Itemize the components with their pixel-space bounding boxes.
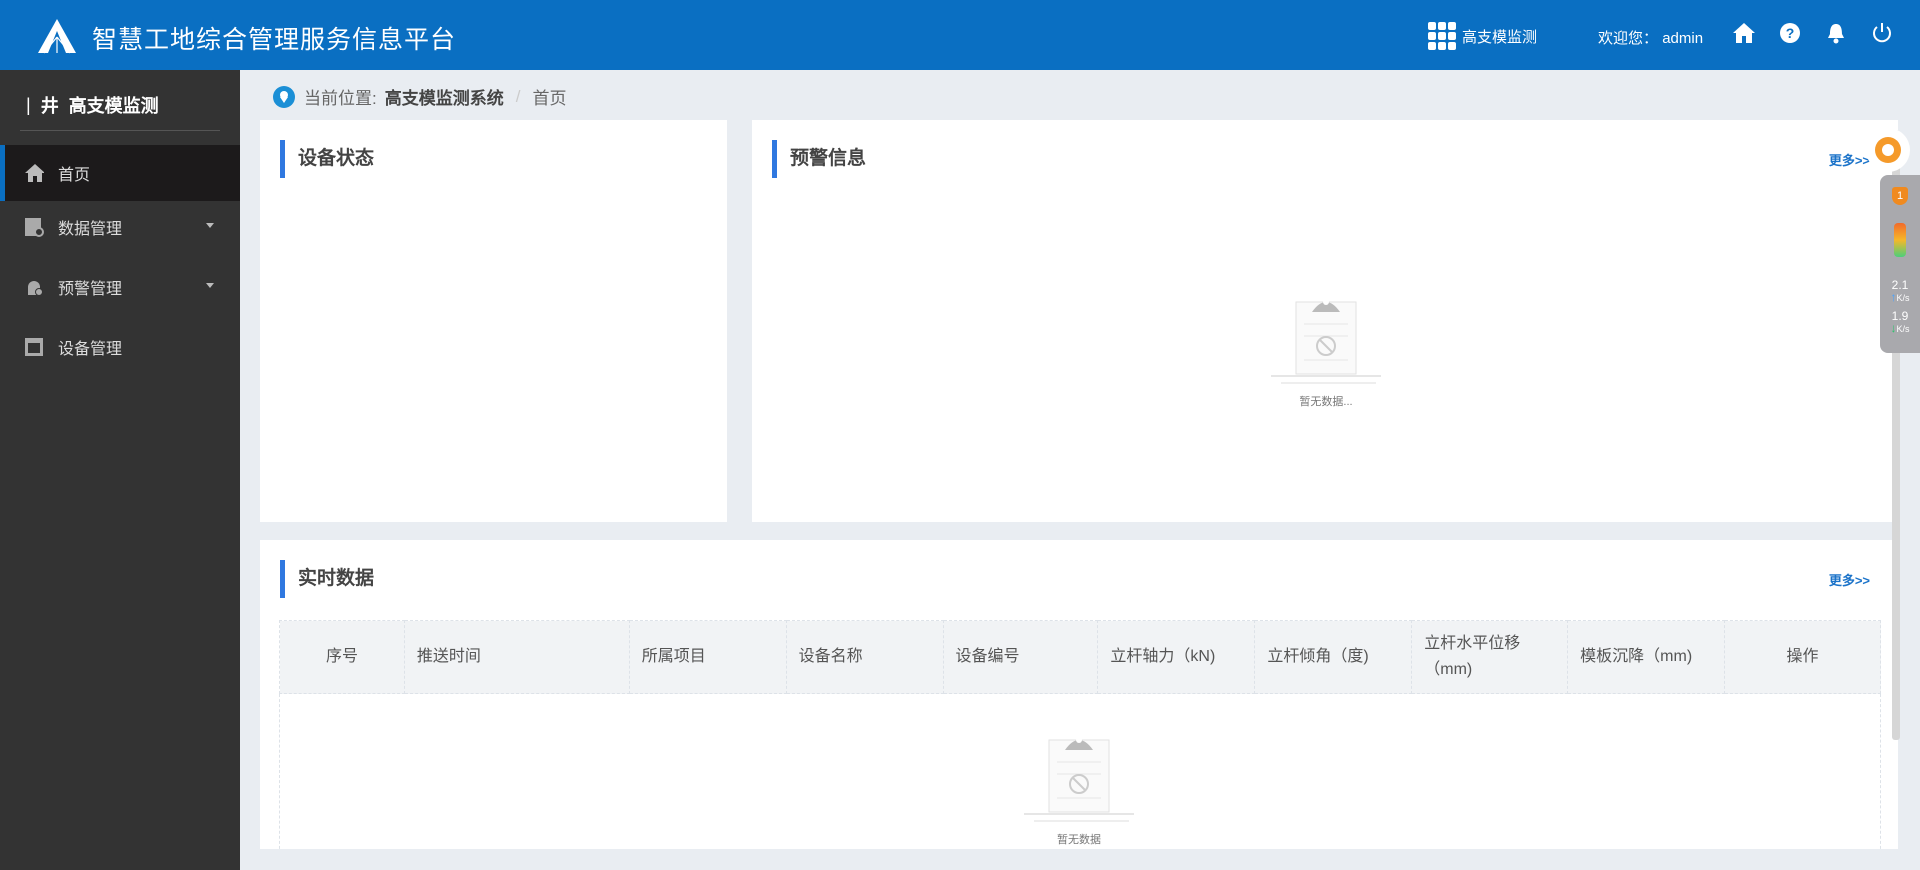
sidebar: | 井高支模监测 首页 数据管理 预警管理 设备管理	[0, 70, 240, 870]
device-status-panel: 设备状态	[260, 120, 727, 522]
top-header: 智慧工地综合管理服务信息平台 高支模监测 欢迎您： admin ?	[0, 0, 1920, 70]
help-icon[interactable]: ?	[1778, 20, 1802, 46]
system-switcher[interactable]: 高支模监测	[1428, 22, 1537, 50]
empty-clipboard-icon	[1024, 737, 1134, 822]
sidebar-item-home[interactable]: 首页	[0, 145, 240, 201]
alarm-icon	[24, 277, 44, 297]
location-pin-icon	[273, 85, 295, 108]
empty-state: 暂无数据...	[1266, 290, 1386, 409]
divider	[20, 130, 220, 131]
usage-meter	[1894, 223, 1906, 257]
shield-badge-icon: 1	[1892, 187, 1908, 205]
username: admin	[1662, 30, 1704, 47]
panel-title: 实时数据	[280, 560, 374, 598]
alerts-panel: 预警信息 更多>> 暂无数据...	[752, 120, 1898, 522]
sidebar-item-device[interactable]: 设备管理	[0, 319, 240, 375]
home-icon	[24, 163, 44, 183]
panel-title: 预警信息	[772, 140, 866, 178]
sidebar-item-alarm[interactable]: 预警管理	[0, 259, 240, 315]
alerts-more-link[interactable]: 更多>>	[1829, 150, 1870, 169]
realtime-panel: 实时数据 更多>> 序号 推送时间 所属项目 设备名称 设备编号 立杆轴力（kN…	[260, 540, 1898, 849]
app-title: 智慧工地综合管理服务信息平台	[92, 26, 457, 54]
assistant-flower-icon[interactable]	[1866, 128, 1910, 172]
apps-grid-icon	[1428, 22, 1456, 50]
network-speed-widget[interactable]: 1 2.1 ↑K/s 1.9 ↓K/s	[1880, 175, 1920, 353]
realtime-more-link[interactable]: 更多>>	[1829, 570, 1870, 589]
device-icon	[24, 337, 44, 357]
empty-state: 暂无数据	[1019, 728, 1139, 847]
chevron-down-icon	[206, 283, 214, 292]
svg-text:?: ?	[1786, 25, 1795, 41]
power-icon[interactable]	[1870, 20, 1894, 46]
system-name: 高支模监测	[1462, 28, 1538, 46]
home-icon[interactable]	[1732, 20, 1756, 46]
logo-icon	[38, 19, 76, 54]
bell-icon[interactable]	[1824, 20, 1848, 46]
grid-hash-icon: 井	[40, 96, 59, 116]
panel-title: 设备状态	[280, 140, 374, 178]
data-icon	[24, 217, 44, 237]
breadcrumb-system[interactable]: 高支模监测系统	[385, 84, 504, 109]
welcome-text: 欢迎您： admin	[1598, 30, 1704, 47]
empty-clipboard-icon	[1271, 299, 1381, 384]
breadcrumb: 当前位置: 高支模监测系统 / 首页	[272, 84, 566, 109]
chevron-down-icon	[206, 223, 214, 232]
sidebar-item-data[interactable]: 数据管理	[0, 199, 240, 255]
table-header-row: 序号 推送时间 所属项目 设备名称 设备编号 立杆轴力（kN) 立杆倾角（度) …	[279, 620, 1881, 694]
breadcrumb-page: 首页	[532, 89, 567, 108]
sidebar-title: | 井高支模监测	[26, 92, 159, 118]
